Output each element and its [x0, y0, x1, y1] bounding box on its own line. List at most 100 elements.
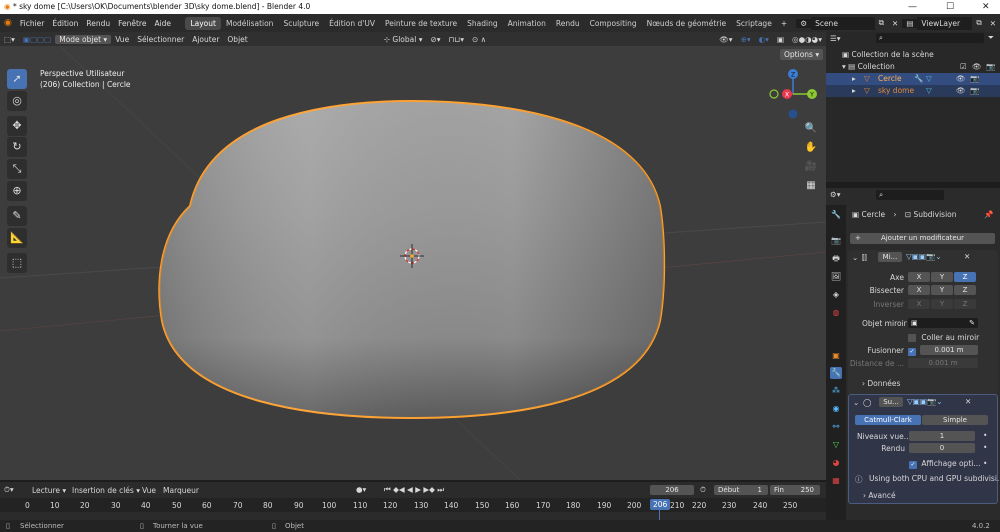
eye-icon[interactable]: 👁 — [956, 74, 966, 83]
annotate-tool-icon[interactable]: ✎ — [7, 206, 27, 226]
select-tool-icon[interactable]: ➚ — [7, 69, 27, 89]
eye-icon[interactable]: 👁 — [956, 86, 966, 95]
render-tab-icon[interactable]: 📷 — [830, 235, 842, 247]
collapse-arrow-icon[interactable]: ⌄ — [852, 253, 858, 262]
eye-icon[interactable]: 👁 — [972, 62, 982, 71]
zoom-icon[interactable]: 🔍 — [804, 122, 818, 136]
camera-render-icon[interactable]: 📷 — [986, 62, 995, 71]
outliner-scene-collection[interactable]: ▣ Collection de la scène — [842, 50, 934, 59]
rotate-tool-icon[interactable]: ↻ — [7, 137, 27, 157]
snap-icon[interactable]: ⊓⊔▾ — [445, 35, 468, 44]
outliner-editor-icon[interactable]: ☰▾ — [830, 34, 841, 43]
bisect-y-toggle[interactable]: Y — [931, 285, 953, 295]
current-frame-field[interactable]: 206 — [650, 485, 694, 495]
clip-checkbox[interactable]: Coller au miroir — [908, 333, 979, 342]
bisect-x-toggle[interactable]: X — [908, 285, 930, 295]
tab-scripting[interactable]: Scriptage — [731, 17, 777, 30]
properties-search-input[interactable]: ⌕ — [876, 190, 944, 200]
tab-sculpting[interactable]: Sculpture — [278, 17, 324, 30]
invert-z-toggle[interactable]: Z — [954, 299, 976, 309]
outliner-filter-icon[interactable]: ⏷ — [988, 33, 994, 43]
timeline-view-menu[interactable]: Vue — [142, 486, 156, 495]
tab-catmull-clark[interactable]: Catmull-Clark — [855, 415, 921, 425]
3d-viewport[interactable]: Z Y X Perspective Utilisateur (206) Coll… — [0, 46, 826, 480]
frame-ruler[interactable]: 0 10 20 30 40 50 60 70 80 90 100 110 120… — [0, 498, 826, 512]
camera-render-icon[interactable]: 📷 — [970, 74, 979, 83]
material-tab-icon[interactable]: ◕ — [830, 457, 842, 469]
texture-tab-icon[interactable]: ▦ — [830, 475, 842, 487]
cursor-tool-icon[interactable]: ◎ — [7, 91, 27, 111]
modifier-visibility-icons[interactable]: ▽▣▣📷⌄ — [907, 397, 943, 406]
axis-y-toggle[interactable]: Y — [931, 272, 953, 282]
keying-menu[interactable]: Insertion de clés ▾ — [72, 486, 140, 495]
record-icon[interactable]: ●▾ — [356, 485, 366, 494]
output-tab-icon[interactable]: 🖶 — [830, 253, 842, 265]
axis-x-toggle[interactable]: X — [908, 272, 930, 282]
mirror-name-field[interactable]: Mi... — [878, 252, 902, 262]
bisect-distance-field[interactable]: 0.001 m — [908, 358, 978, 368]
subdivision-name-field[interactable]: Su... — [879, 397, 903, 407]
measure-tool-icon[interactable]: 📐 — [7, 228, 27, 248]
keyframe-dot-icon[interactable]: • — [983, 431, 987, 440]
remove-modifier-icon[interactable]: ✕ — [965, 397, 971, 406]
menu-window[interactable]: Fenêtre — [114, 19, 150, 28]
menu-view[interactable]: Vue — [111, 35, 133, 44]
scene-copy-icon[interactable]: ⧉ — [875, 18, 888, 28]
add-cube-tool-icon[interactable]: ⬚ — [7, 253, 27, 273]
close-icon[interactable]: ✕ — [982, 0, 990, 14]
optimal-display-checkbox[interactable]: ✓ Affichage opti... — [909, 459, 981, 469]
add-modifier-button[interactable]: + Ajouter un modificateur — [850, 233, 995, 244]
maximize-icon[interactable]: ☐ — [946, 0, 954, 14]
visibility-icon[interactable]: 👁▾ — [715, 35, 736, 44]
data-tab-icon[interactable]: ▽ — [830, 439, 842, 451]
tab-texture-paint[interactable]: Peinture de texture — [380, 17, 462, 30]
merge-checkbox[interactable]: ✓ — [908, 346, 916, 356]
remove-modifier-icon[interactable]: ✕ — [964, 252, 970, 261]
levels-viewport-field[interactable]: 1 — [909, 431, 975, 441]
overlays-icon[interactable]: ◐▾ — [755, 35, 773, 44]
outliner-item-sky-dome[interactable]: ▸ ▽ sky dome ▽ 👁 📷 — [826, 85, 1000, 97]
timeline-editor-icon[interactable]: ⏱▾ — [4, 485, 14, 495]
scene-tab-icon[interactable]: ◈ — [830, 289, 842, 301]
tab-rendering[interactable]: Rendu — [551, 17, 585, 30]
keyframe-dot-icon[interactable]: • — [983, 459, 987, 468]
tab-uv-editing[interactable]: Édition d'UV — [324, 17, 380, 30]
physics-tab-icon[interactable]: ◉ — [830, 403, 842, 415]
render-levels-field[interactable]: 0 — [909, 443, 975, 453]
end-frame-field[interactable]: Fin 250 — [770, 485, 820, 495]
outliner-item-cercle[interactable]: ▸ ▽ Cercle 🔧 ▽ 👁 📷 — [826, 73, 1000, 85]
pin-icon[interactable]: 📌 — [984, 210, 993, 219]
playhead-frame[interactable]: 206 — [650, 499, 671, 510]
eyedropper-icon[interactable]: ✎ — [969, 318, 975, 328]
bisect-z-toggle[interactable]: Z — [954, 285, 976, 295]
view-layer-remove-icon[interactable]: ✕ — [986, 19, 1000, 28]
pan-hand-icon[interactable]: ✋ — [804, 141, 818, 155]
advanced-subpanel[interactable]: › Avancé — [863, 491, 896, 500]
menu-render[interactable]: Rendu — [82, 19, 114, 28]
menu-help[interactable]: Aide — [150, 19, 175, 28]
outliner-search-input[interactable]: ⌕ — [876, 33, 984, 43]
modifier-tab-icon[interactable]: 🔧 — [830, 367, 842, 379]
data-subpanel[interactable]: › Données — [862, 379, 900, 388]
invert-x-toggle[interactable]: X — [908, 299, 930, 309]
modifier-visibility-icons[interactable]: ▽▣▣📷⌄ — [906, 252, 942, 261]
view-layer-icon[interactable]: ▤ — [902, 18, 918, 28]
view-layer-tab-icon[interactable]: 🖼 — [830, 271, 842, 283]
menu-file[interactable]: Fichier — [16, 19, 49, 28]
stopwatch-icon[interactable]: ⏱ — [700, 485, 706, 495]
mode-dropdown[interactable]: Mode objet ▾ — [55, 34, 112, 44]
camera-render-icon[interactable]: 📷 — [970, 86, 979, 95]
constraints-tab-icon[interactable]: ⚯ — [830, 421, 842, 433]
gizmo-toggle-icon[interactable]: ⊕▾ — [737, 35, 755, 44]
move-tool-icon[interactable]: ✥ — [7, 116, 27, 136]
editor-type-icon[interactable]: ⬚▾ — [0, 35, 19, 44]
axis-z-toggle[interactable]: Z — [954, 272, 976, 282]
particles-tab-icon[interactable]: ⁂ — [830, 385, 842, 397]
view-layer-copy-icon[interactable]: ⧉ — [972, 18, 985, 28]
tab-animation[interactable]: Animation — [503, 17, 551, 30]
blender-menu-icon[interactable]: ◉ — [0, 18, 16, 28]
menu-object[interactable]: Objet — [223, 35, 251, 44]
properties-editor-icon[interactable]: ⚙▾ — [830, 190, 841, 199]
orientation-dropdown[interactable]: ⊹ Global ▾ — [380, 35, 427, 44]
transform-tool-icon[interactable]: ⊕ — [7, 181, 27, 201]
